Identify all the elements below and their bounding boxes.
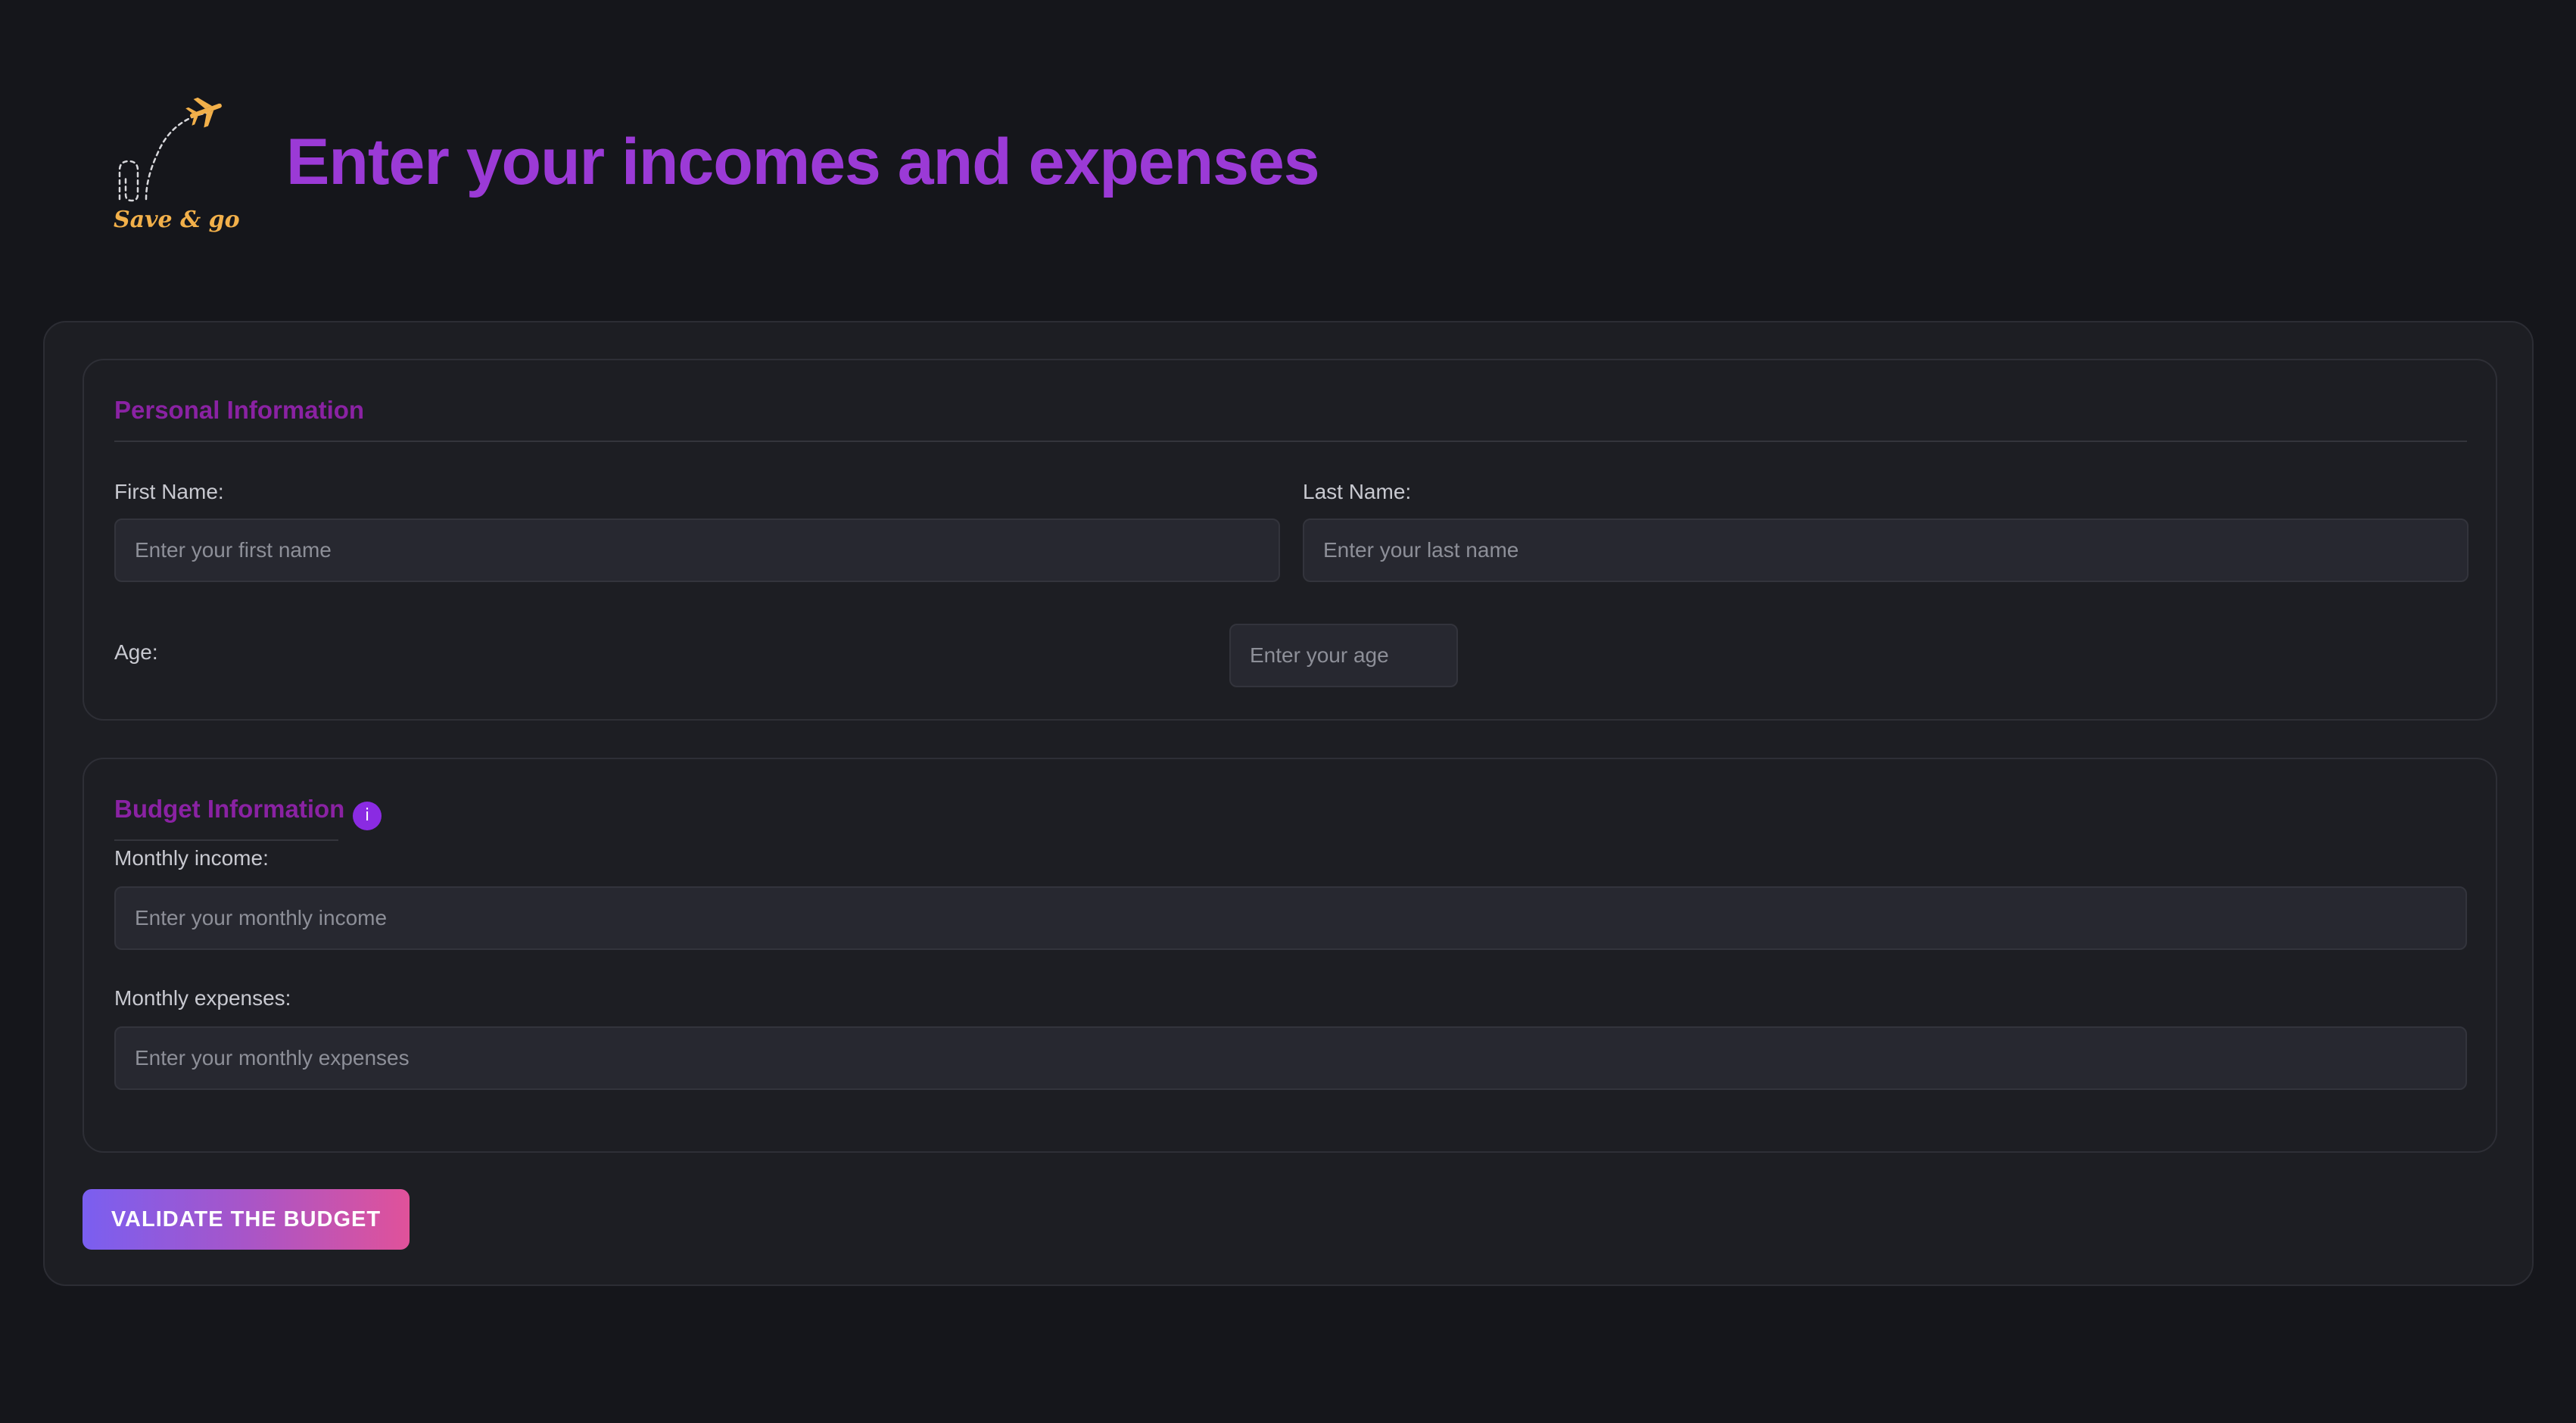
airplane-icon bbox=[118, 97, 223, 202]
monthly-expenses-input[interactable] bbox=[114, 1026, 2467, 1090]
logo-text: Save & go bbox=[114, 207, 240, 233]
section-divider bbox=[114, 839, 338, 841]
personal-information-title: Personal Information bbox=[114, 396, 365, 424]
page-title: Enter your incomes and expenses bbox=[286, 126, 1320, 198]
section-divider bbox=[114, 441, 2467, 442]
age-label: Age: bbox=[114, 640, 158, 664]
last-name-label: Last Name: bbox=[1303, 480, 1412, 503]
budget-information-section: Budget Information i Monthly income: Mon… bbox=[83, 758, 2497, 1153]
info-icon[interactable]: i bbox=[353, 802, 382, 830]
monthly-income-label: Monthly income: bbox=[114, 846, 269, 870]
last-name-input[interactable] bbox=[1303, 518, 2469, 582]
validate-budget-button[interactable]: VALIDATE THE BUDGET bbox=[83, 1189, 410, 1250]
personal-information-section: Personal Information First Name: Last Na… bbox=[83, 359, 2497, 721]
monthly-income-input[interactable] bbox=[114, 886, 2467, 950]
logo[interactable]: Save & go bbox=[112, 95, 240, 238]
budget-information-title: Budget Information bbox=[114, 795, 345, 823]
first-name-input[interactable] bbox=[114, 518, 1280, 582]
first-name-label: First Name: bbox=[114, 480, 224, 503]
budget-form-card: Personal Information First Name: Last Na… bbox=[43, 321, 2534, 1286]
monthly-expenses-label: Monthly expenses: bbox=[114, 986, 291, 1010]
age-input[interactable] bbox=[1229, 624, 1458, 687]
